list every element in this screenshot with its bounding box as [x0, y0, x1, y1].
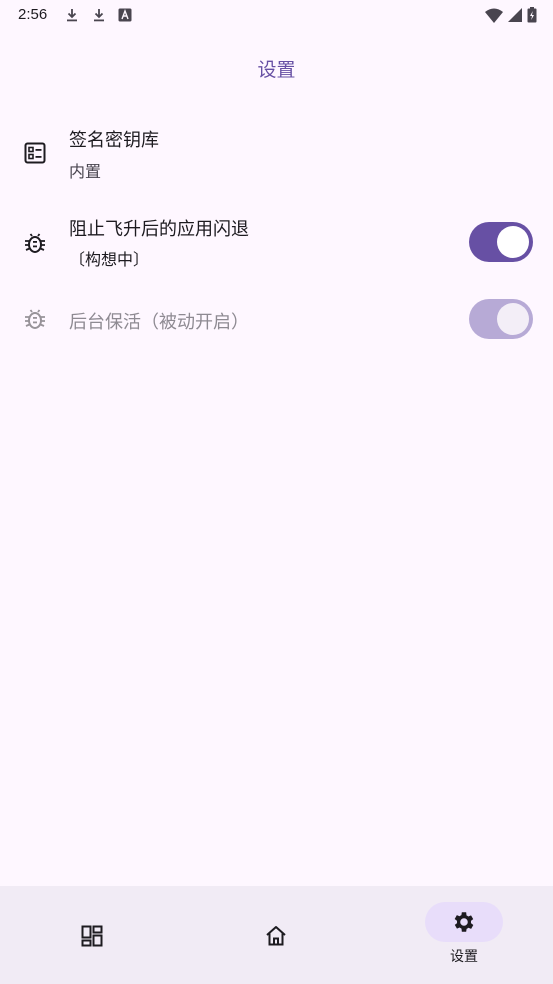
nav-item-dashboard[interactable] — [0, 886, 184, 984]
notification-icons — [64, 7, 143, 23]
setting-title: 后台保活（被动开启） — [69, 312, 249, 333]
nav-label: 设置 — [450, 949, 478, 965]
keystore-icon — [22, 140, 48, 166]
setting-title: 签名密钥库 — [69, 130, 159, 151]
gear-icon — [451, 909, 477, 935]
setting-title: 阻止飞升后的应用闪退 — [69, 219, 249, 240]
setting-keep-alive: 后台保活（被动开启） — [0, 296, 553, 342]
setting-subtitle: 内置 — [69, 162, 102, 181]
bottom-navigation: 设置 — [0, 886, 553, 984]
bug-icon — [22, 306, 48, 332]
bug-icon — [22, 230, 48, 256]
switch-knob — [497, 226, 529, 258]
wifi-icon — [485, 8, 503, 23]
nav-indicator — [237, 916, 315, 956]
nav-item-settings[interactable]: 设置 — [372, 886, 553, 984]
nav-indicator — [53, 916, 131, 956]
signal-icon — [508, 8, 522, 22]
home-icon — [264, 924, 288, 948]
nav-indicator-active — [425, 902, 503, 942]
switch-knob — [497, 303, 529, 335]
download-icon — [91, 7, 107, 23]
font-icon — [118, 8, 132, 22]
status-bar: 2:56 — [0, 0, 553, 32]
setting-keystore[interactable]: 签名密钥库 内置 — [0, 120, 553, 190]
keep-alive-switch — [469, 299, 533, 339]
nav-item-home[interactable] — [184, 886, 368, 984]
download-icon — [64, 7, 80, 23]
setting-prevent-crash[interactable]: 阻止飞升后的应用闪退 〔构想中〕 — [0, 206, 553, 280]
setting-subtitle: 〔构想中〕 — [69, 250, 150, 269]
battery-charging-icon — [527, 7, 537, 23]
dashboard-icon — [80, 924, 104, 948]
status-time: 2:56 — [18, 6, 48, 23]
prevent-crash-switch[interactable] — [469, 222, 533, 262]
system-icons — [480, 7, 537, 23]
page-title: 设置 — [257, 59, 296, 81]
